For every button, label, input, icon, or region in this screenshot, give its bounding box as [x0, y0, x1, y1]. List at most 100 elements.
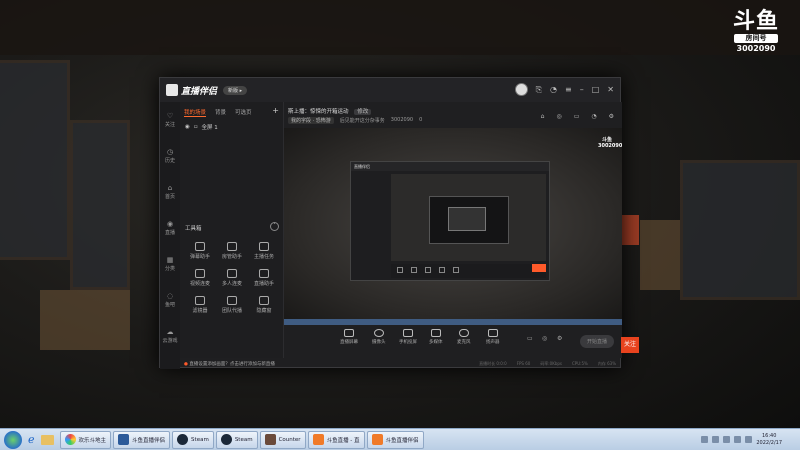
lock-icon[interactable]: ▫: [194, 124, 198, 130]
record-video-icon[interactable]: ▭: [527, 335, 533, 342]
cloud-game-icon: ☁: [166, 328, 174, 336]
control-label: 多媒体: [429, 340, 443, 345]
nav-item-home[interactable]: ⌂ 首页: [160, 174, 180, 210]
eye-icon[interactable]: ◉: [185, 124, 190, 130]
settings-gear-icon[interactable]: ⚙: [557, 335, 562, 342]
nav-item-follow[interactable]: ♡ 关注: [160, 102, 180, 138]
download-icon: [227, 296, 237, 305]
tool-room-manager[interactable]: 房管助手: [216, 242, 248, 260]
version-badge[interactable]: 新版 ▸: [223, 85, 248, 95]
microphone-button[interactable]: 麦克风: [457, 329, 471, 345]
live-icon: ◉: [166, 220, 174, 228]
share-icon[interactable]: ⎘: [536, 85, 542, 95]
bell-icon[interactable]: ◔: [550, 85, 557, 94]
tool-live-assistant[interactable]: 直播助手: [248, 269, 280, 287]
notice-bar[interactable]: ● 直播设置添加画面？点击进行添加与新直播: [180, 358, 284, 369]
tray-icon[interactable]: [712, 436, 720, 443]
start-button[interactable]: [4, 430, 22, 449]
edit-title-button[interactable]: 修改: [354, 109, 372, 115]
eye-preview-icon[interactable]: ◎: [542, 335, 547, 342]
tab-my-scenes[interactable]: 我的场景: [184, 108, 207, 117]
taskbar-label: 斗鱼直播 - 直: [326, 437, 360, 444]
add-scene-button[interactable]: +: [272, 107, 279, 117]
speaker-icon: [487, 329, 498, 337]
room-id: 3002090: [390, 117, 414, 123]
notification-icon[interactable]: ◔: [591, 113, 596, 120]
nav-item-fishbar[interactable]: ◌ 鱼吧: [160, 282, 180, 318]
notice-icon: ●: [184, 362, 188, 367]
user-avatar[interactable]: [514, 83, 528, 96]
tool-video-link[interactable]: 视频连麦: [184, 269, 216, 287]
menu-icon[interactable]: ≡: [565, 85, 572, 94]
settings-icon[interactable]: ⚙: [609, 113, 614, 120]
toolbox-collapse-icon[interactable]: ˅: [270, 222, 279, 231]
category-chip[interactable]: 我的字段 · 恐怖游: [288, 117, 334, 124]
start-stream-button[interactable]: 开始直播: [579, 335, 614, 348]
scene-panel: 我的场景 背景 可选页 + ◉ ▫ 全屏 1 工具箱 ˅ 弹幕助手 房管助手 主…: [180, 102, 284, 358]
tool-label: 隐藏窗: [256, 308, 272, 314]
network-icon[interactable]: [745, 436, 753, 443]
douyu-logo: 斗鱼: [732, 9, 779, 34]
taskbar-steam-1[interactable]: Steam: [172, 430, 214, 449]
close-icon[interactable]: ✕: [607, 85, 614, 94]
tool-multi-link[interactable]: 多人连麦: [216, 269, 248, 287]
media-button[interactable]: 多媒体: [429, 329, 443, 345]
volume-icon[interactable]: [734, 436, 742, 443]
stream-preview[interactable]: 斗鱼 3002090 直播伴侣: [284, 128, 622, 319]
maximize-icon[interactable]: □: [592, 85, 600, 94]
stream-status: 后见能开这分杂事务: [339, 118, 385, 124]
nav-item-category[interactable]: ▦ 分类: [160, 246, 180, 282]
tool-filter[interactable]: 滤镜器: [184, 296, 216, 314]
room-number: 3002090: [736, 44, 776, 53]
tool-hide-window[interactable]: 隐藏窗: [248, 296, 280, 314]
camera-button[interactable]: 摄像头: [372, 329, 386, 345]
record-icon[interactable]: ◎: [556, 113, 561, 120]
nav-item-live[interactable]: ◉ 直播: [160, 210, 180, 246]
taskbar-app-1[interactable]: 欢乐斗地主: [59, 430, 112, 449]
tool-streamer-task[interactable]: 主播任务: [248, 242, 280, 260]
preview-watermark-room: 3002090: [598, 143, 622, 149]
nav-item-history[interactable]: ◷ 历史: [160, 138, 180, 174]
taskbar-app-2[interactable]: 斗鱼直播伴侣: [113, 430, 171, 449]
system-clock[interactable]: 16:40 2022/2/17: [756, 433, 782, 447]
nav-label: 鱼吧: [164, 302, 175, 308]
filter-icon: [195, 296, 205, 305]
tray-icon[interactable]: [701, 436, 709, 443]
gift-icon[interactable]: ⌂: [541, 113, 545, 120]
phone-cast-button[interactable]: 手机投屏: [399, 329, 417, 345]
scene-item[interactable]: ◉ ▫ 全屏 1: [180, 120, 283, 134]
message-icon[interactable]: ▭: [574, 113, 580, 120]
window-icon: [259, 296, 269, 305]
taskbar-steam-2[interactable]: Steam: [215, 430, 258, 449]
ie-icon[interactable]: ℯ: [28, 433, 35, 446]
tab-background[interactable]: 背景: [215, 108, 226, 117]
room-label: 房间号: [734, 34, 778, 43]
tool-label: 直播助手: [253, 281, 274, 287]
likes-count: 0: [419, 117, 423, 123]
douyu-icon: [312, 434, 324, 445]
tool-label: 滤镜器: [192, 308, 208, 314]
taskbar-counter[interactable]: Counter: [259, 430, 306, 449]
screen-capture-button[interactable]: 直播屏幕: [340, 329, 358, 345]
explorer-icon[interactable]: [40, 434, 54, 445]
follow-banner[interactable]: 关注: [621, 337, 639, 353]
control-label: 扬声器: [486, 340, 500, 345]
taskbar-douyu-web[interactable]: 斗鱼直播 - 直: [307, 430, 365, 449]
media-icon: [430, 329, 441, 337]
nested-start-button: [532, 264, 546, 272]
status-bitrate: 码率:0Kbps: [540, 361, 562, 366]
speaker-button[interactable]: 扬声器: [486, 329, 500, 345]
chat-icon: [195, 242, 205, 251]
tool-danmu-assistant[interactable]: 弹幕助手: [184, 242, 216, 260]
minimize-icon[interactable]: –: [580, 85, 584, 94]
tray-icon[interactable]: [723, 436, 731, 443]
app-logo-icon: [166, 84, 178, 96]
taskbar-label: Steam: [191, 436, 209, 443]
tab-optional[interactable]: 可选页: [235, 108, 252, 117]
nav-item-cloud-game[interactable]: ☁ 云游戏: [160, 318, 180, 354]
grid-icon: ▦: [166, 256, 174, 264]
clock-time: 16:40: [761, 432, 777, 439]
status-fps: FPS 60: [516, 361, 531, 366]
taskbar-douyu-companion[interactable]: 斗鱼直播伴侣: [366, 430, 424, 449]
tool-team-proxy[interactable]: 团队代播: [216, 296, 248, 314]
